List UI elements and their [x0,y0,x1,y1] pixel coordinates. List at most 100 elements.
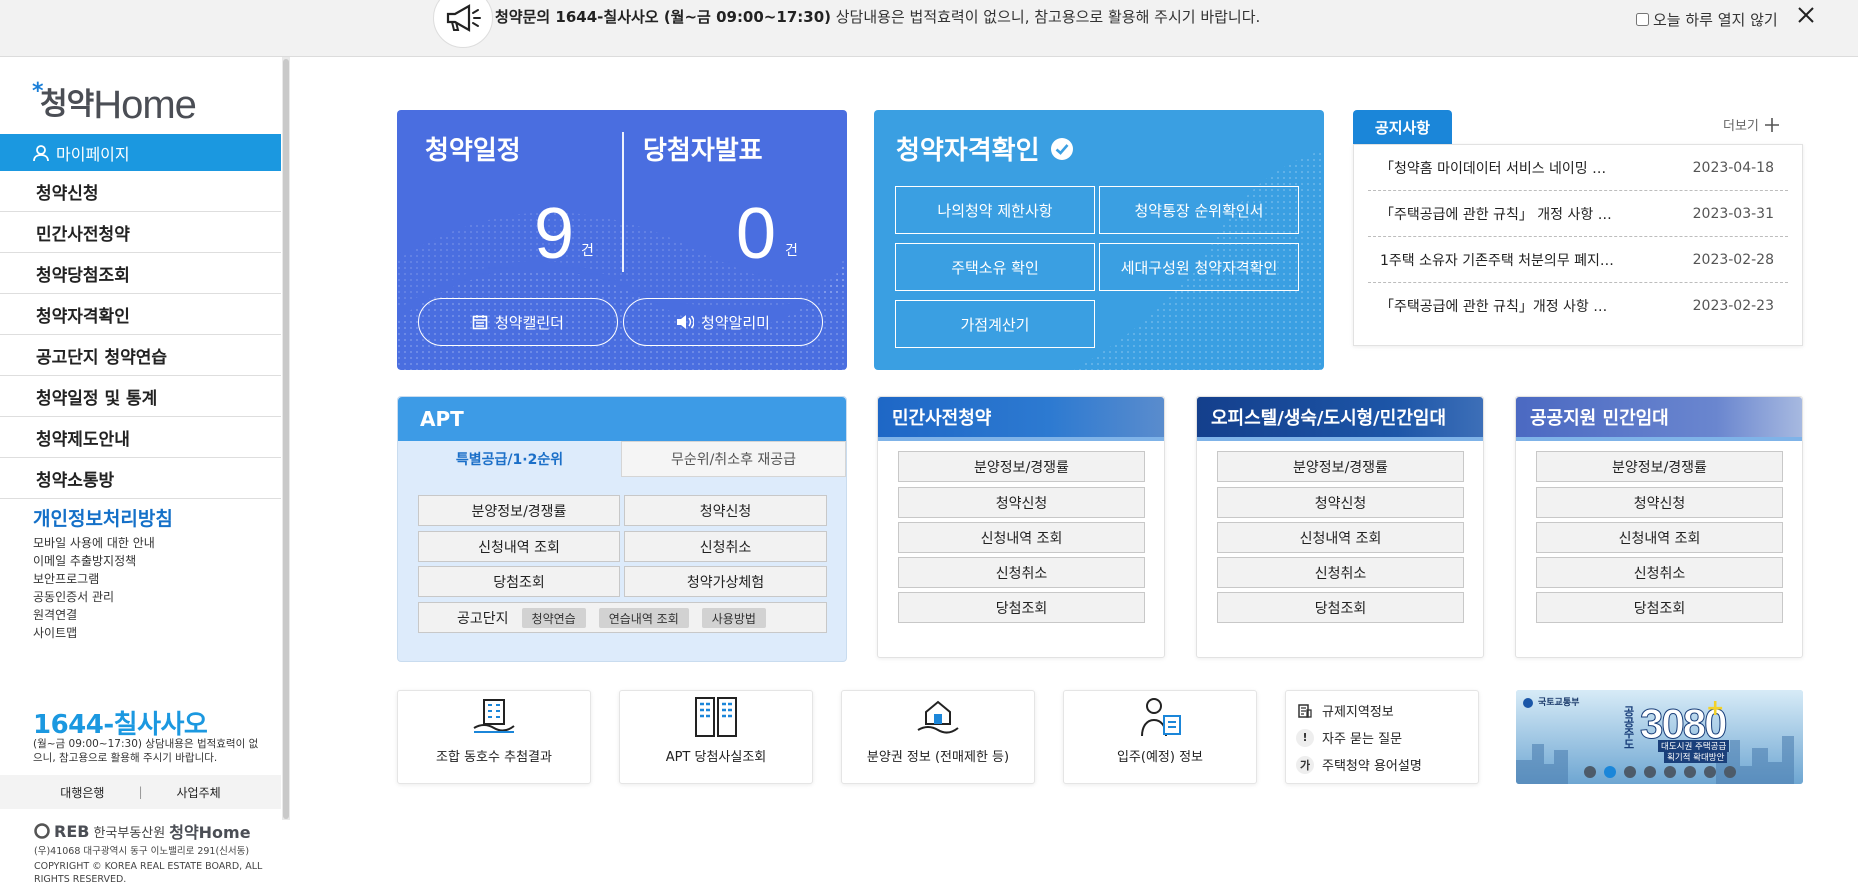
household-qualification-button[interactable]: 세대구성원 청약자격확인 [1099,243,1299,291]
points-calculator-button[interactable]: 가점계산기 [895,300,1095,348]
shortcut-presale-info[interactable]: 분양권 정보 (전매제한 등) [841,690,1035,784]
rank-certificate-button[interactable]: 청약통장 순위확인서 [1099,186,1299,234]
quick-label: 자주 묻는 질문 [1322,732,1403,747]
slide-dot[interactable] [1684,766,1696,778]
notice-title: 「청약홈 마이데이터 서비스 네이밍 … [1380,160,1607,177]
notice-row[interactable]: 「청약홈 마이데이터 서비스 네이밍 … 2023-04-18 [1368,145,1788,191]
qualification-title: 청약자격확인 [896,130,1074,167]
slide-dot[interactable] [1584,766,1596,778]
banner-ministry: 국토교통부 [1538,698,1580,708]
officetel-panel: 오피스텔/생숙/도시형/민간임대 분양정보/경쟁률 청약신청 신청내역 조회 신… [1196,396,1484,658]
person-document-icon [1141,698,1181,737]
history-button[interactable]: 신청내역 조회 [898,522,1145,553]
win-button[interactable]: 당첨조회 [1536,592,1783,623]
link-mobile-guide[interactable]: 모바일 사용에 대한 안내 [33,534,173,552]
sidebar-item-label: 마이페이지 [56,144,130,164]
house-hand-icon [917,700,959,734]
shortcut-move-in[interactable]: 입주(예정) 정보 [1063,690,1257,784]
history-button[interactable]: 신청내역 조회 [1536,522,1783,553]
apt-info-button[interactable]: 분양정보/경쟁률 [418,495,620,526]
reb-logo-icon [34,823,50,839]
link-email-policy[interactable]: 이메일 추출방지정책 [33,552,173,570]
info-button[interactable]: 분양정보/경쟁률 [898,451,1145,482]
slide-dot[interactable] [1664,766,1676,778]
business-link[interactable]: 사업주체 [177,784,221,801]
link-security-program[interactable]: 보안프로그램 [33,570,173,588]
schedule-count[interactable]: 9 [534,198,574,270]
history-button[interactable]: 신청내역 조회 [1217,522,1464,553]
logo-star: * [32,79,44,104]
tab-notices[interactable]: 공지사항 [1353,110,1452,144]
promo-banner[interactable]: 국토교통부 공공 주도 3080 + 대도시권 주택공급 획기적 확대방안 [1516,690,1803,784]
apply-button[interactable]: 청약신청 [1536,487,1783,518]
banner-caption2: 획기적 확대방안 [1664,751,1728,763]
cancel-button[interactable]: 신청취소 [898,557,1145,588]
slide-dot[interactable] [1724,766,1736,778]
cancel-button[interactable]: 신청취소 [1217,557,1464,588]
privacy-section: 개인정보처리방침 모바일 사용에 대한 안내 이메일 추출방지정책 보안프로그램… [33,504,173,642]
public-rental-panel: 공공지원 민간임대 분양정보/경쟁률 청약신청 신청내역 조회 신청취소 당첨조… [1515,396,1803,658]
more-link[interactable]: 더보기 [1723,115,1779,134]
sidebar-item-community[interactable]: 청약소통방 [0,458,281,499]
sidebar-scrollbar[interactable] [282,57,290,820]
slide-dot-active[interactable] [1604,766,1616,778]
apt-apply-button[interactable]: 청약신청 [624,495,827,526]
quick-regulation[interactable]: 규제지역정보 [1296,697,1468,724]
shortcut-union-lottery[interactable]: 조합 동호수 추첨결과 [397,690,591,784]
announce-count[interactable]: 0 [736,198,776,270]
house-ownership-button[interactable]: 주택소유 확인 [895,243,1095,291]
site-logo[interactable]: * 청약 Home [32,79,197,125]
privacy-policy-link[interactable]: 개인정보처리방침 [33,504,173,531]
announce-title[interactable]: 당첨자발표 [643,130,763,167]
notice-row[interactable]: 1주택 소유자 기존주택 처분의무 폐지… 2023-02-28 [1368,237,1788,283]
cancel-button[interactable]: 신청취소 [1536,557,1783,588]
my-restrictions-button[interactable]: 나의청약 제한사항 [895,186,1095,234]
calendar-button[interactable]: 청약캘린더 [418,298,618,346]
sidebar-item-win-check[interactable]: 청약당첨조회 [0,253,281,294]
dismiss-today-checkbox[interactable]: 오늘 하루 열지 않기 [1636,9,1778,30]
practice-button[interactable]: 청약연습 [521,607,586,628]
win-button[interactable]: 당첨조회 [1217,592,1464,623]
apt-win-button[interactable]: 당첨조회 [418,566,620,597]
quick-faq[interactable]: ! 자주 묻는 질문 [1296,724,1468,751]
info-button[interactable]: 분양정보/경쟁률 [1217,451,1464,482]
sidebar-item-private-pre[interactable]: 민간사전청약 [0,212,281,253]
apply-button[interactable]: 청약신청 [1217,487,1464,518]
link-remote[interactable]: 원격연결 [33,606,173,624]
footer-brand: 청약Home [169,823,251,842]
apt-history-button[interactable]: 신청내역 조회 [418,531,620,562]
schedule-title[interactable]: 청약일정 [425,130,521,167]
info-button[interactable]: 분양정보/경쟁률 [1536,451,1783,482]
alarm-button[interactable]: 청약알리미 [623,298,823,346]
sidebar-item-practice[interactable]: 공고단지 청약연습 [0,335,281,376]
practice-history-button[interactable]: 연습내역 조회 [598,607,689,628]
slide-dot[interactable] [1624,766,1636,778]
sidebar-item-apply[interactable]: 청약신청 [0,171,281,212]
close-icon[interactable] [1793,4,1819,30]
tab-no-rank[interactable]: 무순위/취소후 재공급 [621,441,846,477]
slide-dot[interactable] [1644,766,1656,778]
sidebar-item-qualification[interactable]: 청약자격확인 [0,294,281,335]
sidebar-item-schedule-stats[interactable]: 청약일정 및 통계 [0,376,281,417]
apply-button[interactable]: 청약신청 [898,487,1145,518]
dismiss-checkbox[interactable] [1636,13,1649,26]
ga-icon: 가 [1296,755,1314,774]
notice-row[interactable]: 「주택공급에 관한 규칙」 개정 사항 … 2023-03-31 [1368,191,1788,237]
quick-label: 규제지역정보 [1322,705,1394,720]
shortcut-label: APT 당첨사실조회 [665,750,767,765]
sidebar-item-guide[interactable]: 청약제도안내 [0,417,281,458]
link-certificate[interactable]: 공동인증서 관리 [33,588,173,606]
bank-link[interactable]: 대행은행 [60,784,104,801]
apt-cancel-button[interactable]: 신청취소 [624,531,827,562]
win-button[interactable]: 당첨조회 [898,592,1145,623]
how-to-button[interactable]: 사용방법 [701,607,766,628]
sidebar-item-mypage[interactable]: 마이페이지 [0,134,281,171]
contact-desc: (월~금 09:00~17:30) 상담내용은 법적효력이 없으니, 참고용으로… [33,738,259,764]
link-sitemap[interactable]: 사이트맵 [33,624,173,642]
quick-glossary[interactable]: 가 주택청약 용어설명 [1296,751,1468,778]
apt-virtual-button[interactable]: 청약가상체험 [624,566,827,597]
notice-row[interactable]: 「주택공급에 관한 규칙」개정 사항 … 2023-02-23 [1368,283,1788,329]
slide-dot[interactable] [1704,766,1716,778]
shortcut-apt-win[interactable]: APT 당첨사실조회 [619,690,813,784]
tab-special-supply[interactable]: 특별공급/1·2순위 [398,441,621,477]
